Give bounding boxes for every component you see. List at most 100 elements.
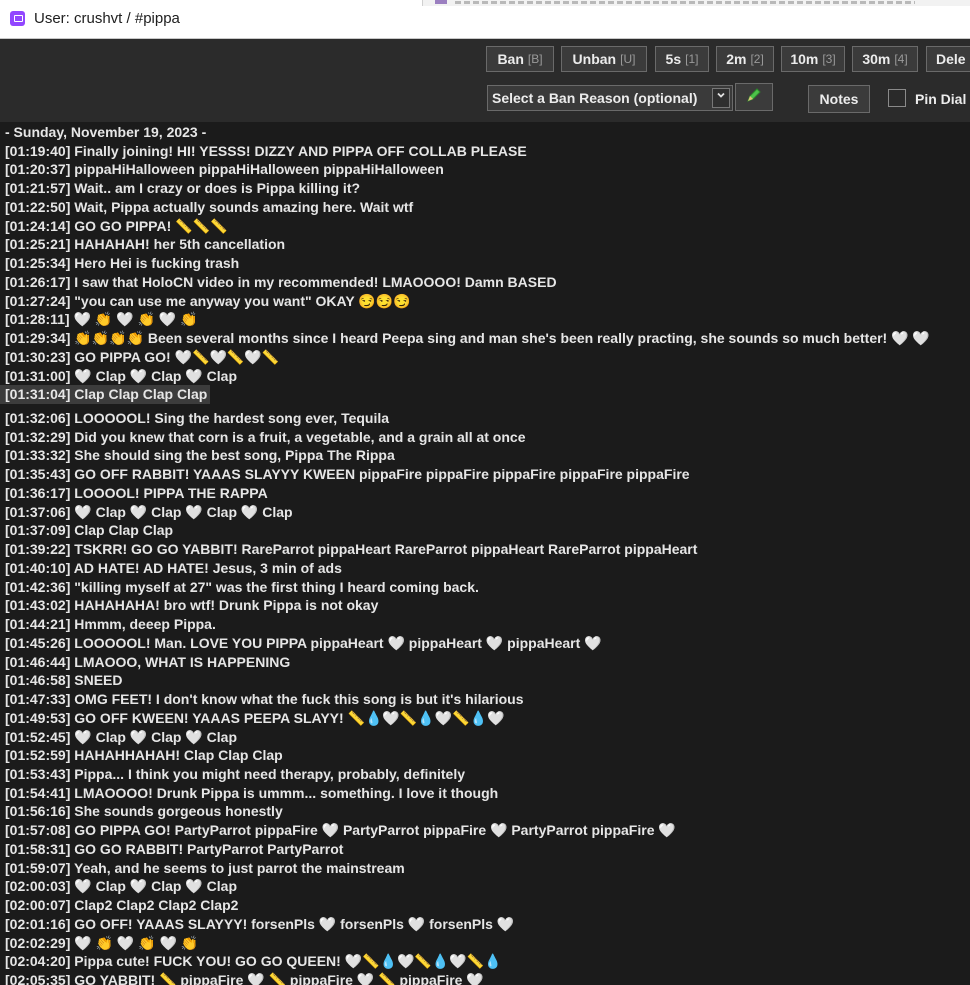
message-timestamp: [01:30:23] [5, 348, 71, 365]
chat-message[interactable]: [01:20:37] pippaHiHalloween pippaHiHallo… [0, 160, 970, 179]
message-timestamp: [01:40:10] [5, 559, 71, 576]
chat-message[interactable]: [01:26:17] I saw that HoloCN video in my… [0, 273, 970, 292]
message-text: Did you knew that corn is a fruit, a veg… [74, 428, 526, 445]
title-bar: User: crushvt / #pippa [0, 0, 970, 39]
chat-message[interactable]: [01:56:16] She sounds gorgeous honestly [0, 802, 970, 821]
message-text: 👏👏👏👏 Been several months since I heard P… [74, 330, 930, 347]
message-timestamp: [01:25:34] [5, 255, 71, 272]
timeout-5s-button[interactable]: 5s [1] [655, 46, 709, 72]
chat-message[interactable]: [01:24:14] GO GO PIPPA! 📏📏📏 [0, 217, 970, 236]
chat-message[interactable]: [02:01:16] GO OFF! YAAAS SLAYYY! forsenP… [0, 915, 970, 934]
message-timestamp: [01:45:26] [5, 634, 71, 651]
message-timestamp: [01:32:29] [5, 428, 71, 445]
message-timestamp: [01:46:44] [5, 653, 71, 670]
message-timestamp: [01:33:32] [5, 447, 71, 464]
message-timestamp: [01:56:16] [5, 803, 71, 820]
timeout-10m-hotkey: [3] [822, 52, 836, 66]
chat-message[interactable]: [01:30:23] GO PIPPA GO! 🤍📏🤍📏🤍📏 [0, 348, 970, 367]
chat-message[interactable]: [01:37:06] 🤍 Clap 🤍 Clap 🤍 Clap 🤍 Clap [0, 503, 970, 522]
message-text: Wait, Pippa actually sounds amazing here… [74, 198, 414, 215]
pin-dialog-checkbox[interactable] [888, 89, 906, 107]
pin-dialog-label: Pin Dial [915, 91, 967, 107]
message-text: 🤍 👏 🤍 👏 🤍 👏 [73, 311, 198, 328]
chat-message[interactable]: [02:00:07] Clap2 Clap2 Clap2 Clap2 [0, 896, 970, 915]
chat-message[interactable]: [01:40:10] AD HATE! AD HATE! Jesus, 3 mi… [0, 559, 970, 578]
chat-message[interactable]: [01:29:34] 👏👏👏👏 Been several months sinc… [0, 329, 970, 348]
message-timestamp: [01:31:00] [5, 367, 71, 384]
chat-message[interactable]: [01:45:26] LOOOOOL! Man. LOVE YOU PIPPA … [0, 634, 970, 653]
message-text: OMG FEET! I don't know what the fuck thi… [74, 691, 524, 708]
chat-message[interactable]: [01:57:08] GO PIPPA GO! PartyParrot pipp… [0, 821, 970, 840]
chat-message[interactable]: [01:31:00] 🤍 Clap 🤍 Clap 🤍 Clap [0, 367, 970, 386]
chat-message[interactable]: [01:59:07] Yeah, and he seems to just pa… [0, 859, 970, 878]
message-text: LOOOOL! PIPPA THE RAPPA [74, 484, 268, 501]
chat-message[interactable]: [02:05:35] GO YABBIT! 📏 pippaFire 🤍 📏 pi… [0, 971, 970, 985]
chat-message[interactable]: [01:54:41] LMAOOOO! Drunk Pippa is ummm.… [0, 784, 970, 803]
message-timestamp: [01:44:21] [5, 616, 71, 633]
chat-message[interactable]: [01:52:45] 🤍 Clap 🤍 Clap 🤍 Clap [0, 728, 970, 747]
message-text: 🤍 Clap 🤍 Clap 🤍 Clap 🤍 Clap [74, 503, 293, 520]
chat-message[interactable]: [02:04:20] Pippa cute! FUCK YOU! GO GO Q… [0, 952, 970, 971]
notes-button[interactable]: Notes [808, 85, 870, 113]
chat-message[interactable]: [01:46:58] SNEED [0, 671, 970, 690]
timeout-2m-button[interactable]: 2m [2] [716, 46, 774, 72]
timeout-30m-hotkey: [4] [894, 52, 908, 66]
chat-message[interactable]: [01:35:43] GO OFF RABBIT! YAAAS SLAYYY K… [0, 465, 970, 484]
timeout-10m-button[interactable]: 10m [3] [781, 46, 845, 72]
chat-message[interactable]: [01:32:06] LOOOOOL! Sing the hardest son… [0, 409, 970, 428]
edit-reasons-button[interactable] [735, 83, 773, 111]
message-timestamp: [01:58:31] [5, 840, 71, 857]
ban-reason-select[interactable]: Select a Ban Reason (optional) [487, 85, 733, 111]
chat-log[interactable]: - Sunday, November 19, 2023 - [01:19:40]… [0, 123, 970, 985]
message-text: GO PIPPA GO! 🤍📏🤍📏🤍📏 [74, 348, 280, 365]
chat-message[interactable]: [01:27:24] "you can use me anyway you wa… [0, 292, 970, 311]
message-timestamp: [01:36:17] [5, 484, 71, 501]
chat-message[interactable]: [01:53:43] Pippa... I think you might ne… [0, 765, 970, 784]
chat-message[interactable]: [01:58:31] GO GO RABBIT! PartyParrot Par… [0, 840, 970, 859]
chat-message[interactable]: [01:25:21] HAHAHAH! her 5th cancellation [0, 235, 970, 254]
chat-message[interactable]: [01:31:04] Clap Clap Clap Clap [0, 385, 211, 405]
timeout-30m-button[interactable]: 30m [4] [852, 46, 918, 72]
chat-message[interactable]: [01:19:40] Finally joining! HI! YESSS! D… [0, 142, 970, 161]
chat-message[interactable]: [02:00:03] 🤍 Clap 🤍 Clap 🤍 Clap [0, 877, 970, 896]
chat-message[interactable]: [01:39:22] TSKRR! GO GO YABBIT! RareParr… [0, 540, 970, 559]
message-text: "killing myself at 27" was the first thi… [74, 578, 479, 595]
message-text: "you can use me anyway you want" OKAY 😏😏… [74, 292, 411, 309]
chat-message[interactable]: [01:46:44] LMAOOO, WHAT IS HAPPENING [0, 653, 970, 672]
chat-message[interactable]: [01:52:59] HAHAHHAHAH! Clap Clap Clap [0, 746, 970, 765]
message-timestamp: [01:49:53] [5, 709, 71, 726]
message-timestamp: [01:35:43] [5, 466, 71, 483]
message-text: Pippa... I think you might need therapy,… [74, 765, 466, 782]
ban-hotkey: [B] [527, 52, 543, 66]
message-timestamp: [01:19:40] [5, 142, 71, 159]
chat-message[interactable]: [01:42:36] "killing myself at 27" was th… [0, 578, 970, 597]
chat-message[interactable]: [01:49:53] GO OFF KWEEN! YAAAS PEEPA SLA… [0, 709, 970, 728]
chevron-down-icon[interactable] [712, 88, 730, 108]
chat-message[interactable]: [01:32:29] Did you knew that corn is a f… [0, 428, 970, 447]
chat-message[interactable]: [01:22:50] Wait, Pippa actually sounds a… [0, 198, 970, 217]
message-text: LOOOOOL! Sing the hardest song ever, Teq… [74, 410, 390, 427]
chat-message[interactable]: [01:36:17] LOOOOL! PIPPA THE RAPPA [0, 484, 970, 503]
unban-hotkey: [U] [620, 52, 636, 66]
message-text: Clap Clap Clap [74, 522, 174, 539]
ban-button[interactable]: Ban [B] [486, 46, 554, 72]
chat-message[interactable]: [01:37:09] Clap Clap Clap [0, 521, 970, 540]
chat-message[interactable]: [02:02:29] 🤍 👏 🤍 👏 🤍 👏 [0, 934, 970, 953]
message-text: GO OFF KWEEN! YAAAS PEEPA SLAYY! 📏💧🤍📏💧🤍📏… [74, 709, 505, 726]
chat-message[interactable]: [01:28:11] 🤍 👏 🤍 👏 🤍 👏 [0, 310, 970, 329]
message-timestamp: [01:43:02] [5, 597, 71, 614]
chat-message[interactable]: [01:33:32] She should sing the best song… [0, 446, 970, 465]
chat-message[interactable]: [01:21:57] Wait.. am I crazy or does is … [0, 179, 970, 198]
timeout-5s-hotkey: [1] [685, 52, 699, 66]
background-window-fragment [422, 0, 970, 6]
chat-message[interactable]: [01:44:21] Hmmm, deeep Pippa. [0, 615, 970, 634]
chat-message[interactable]: [01:47:33] OMG FEET! I don't know what t… [0, 690, 970, 709]
delete-button[interactable]: Dele [926, 46, 970, 72]
pencil-icon [745, 86, 763, 109]
chat-message[interactable]: [01:25:34] Hero Hei is fucking trash [0, 254, 970, 273]
chat-message[interactable]: [01:43:02] HAHAHAHA! bro wtf! Drunk Pipp… [0, 596, 970, 615]
message-text: GO YABBIT! 📏 pippaFire 🤍 📏 pippaFire 🤍 📏… [74, 972, 484, 985]
timeout-2m-hotkey: [2] [750, 52, 764, 66]
unban-button[interactable]: Unban [U] [561, 46, 647, 72]
message-timestamp: [01:29:34] [5, 330, 71, 347]
